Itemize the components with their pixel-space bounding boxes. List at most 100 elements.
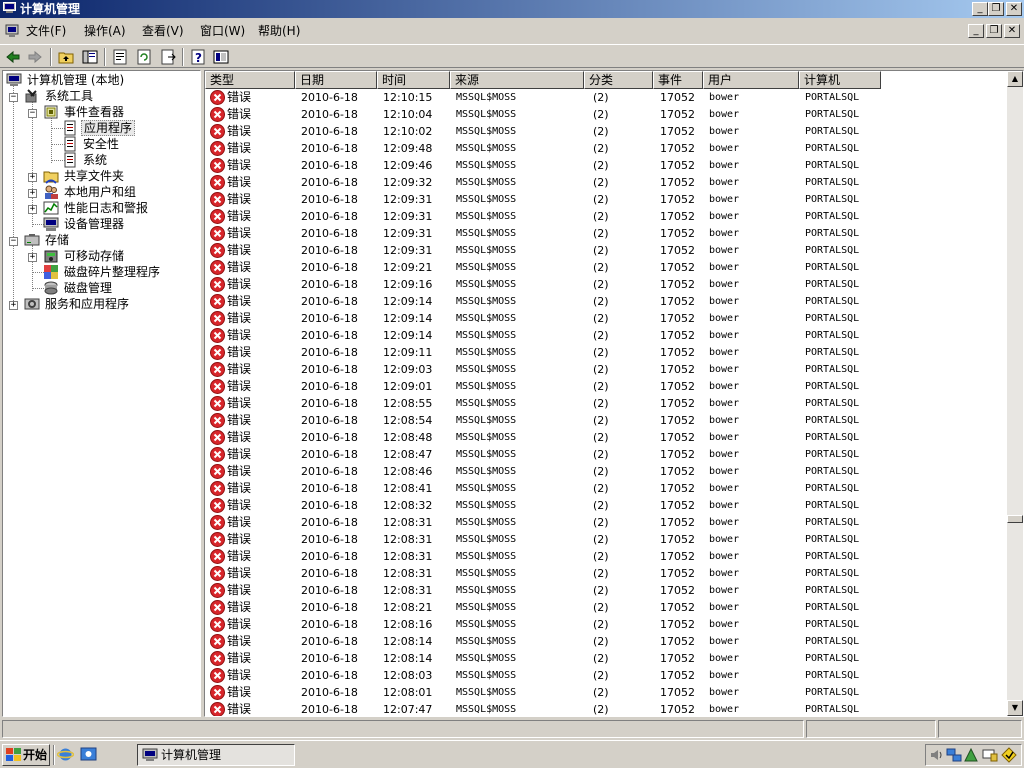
console-icon[interactable] xyxy=(212,48,230,66)
table-row[interactable]: 错误 2010-6-18 12:09:46 MSSQL$MOSS (2) 17052 bow… xyxy=(205,157,1005,174)
cell-time: 12:09:31 xyxy=(383,193,433,206)
close-button[interactable]: ✕ xyxy=(1006,2,1022,16)
tree-expander[interactable]: + xyxy=(28,189,37,198)
child-restore-button[interactable]: ❐ xyxy=(986,24,1002,38)
export-icon[interactable] xyxy=(159,48,177,66)
table-row[interactable]: 错误 2010-6-18 12:09:32 MSSQL$MOSS (2) 17052 bow… xyxy=(205,174,1005,191)
table-row[interactable]: 错误 2010-6-18 12:08:41 MSSQL$MOSS (2) 17052 bow… xyxy=(205,480,1005,497)
scroll-down-button[interactable]: ▼ xyxy=(1007,700,1023,716)
table-row[interactable]: 错误 2010-6-18 12:08:14 MSSQL$MOSS (2) 17052 bow… xyxy=(205,650,1005,667)
back-icon[interactable] xyxy=(4,48,22,66)
console-tree[interactable]: 计算机管理 (本地) − 系统工具 − 事件查看器 应用程序 安全性 系统 + … xyxy=(2,70,201,717)
table-row[interactable]: 错误 2010-6-18 12:08:16 MSSQL$MOSS (2) 17052 bow… xyxy=(205,616,1005,633)
cell-event: 17052 xyxy=(660,159,695,172)
cell-type: 错误 xyxy=(227,243,252,257)
taskbar-item-computer-management[interactable]: 计算机管理 xyxy=(137,744,295,766)
document-icon[interactable] xyxy=(5,24,19,38)
tray-monitor-icon[interactable] xyxy=(982,747,998,763)
table-row[interactable]: 错误 2010-6-18 12:09:14 MSSQL$MOSS (2) 17052 bow… xyxy=(205,327,1005,344)
network-icon[interactable] xyxy=(946,747,962,763)
table-row[interactable]: 错误 2010-6-18 12:09:31 MSSQL$MOSS (2) 17052 bow… xyxy=(205,191,1005,208)
event-list[interactable]: 类型 日期 时间 来源 分类 事件 用户 计算机 错误 2010-6-18 12:1… xyxy=(204,70,1024,717)
menu-file[interactable]: 文件(F) xyxy=(26,24,66,38)
internet-explorer-icon[interactable] xyxy=(57,746,74,763)
table-row[interactable]: 错误 2010-6-18 12:09:31 MSSQL$MOSS (2) 17052 bow… xyxy=(205,242,1005,259)
tree-expander[interactable]: + xyxy=(28,205,37,214)
forward-icon[interactable] xyxy=(26,48,44,66)
table-row[interactable]: 错误 2010-6-18 12:08:31 MSSQL$MOSS (2) 17052 bow… xyxy=(205,582,1005,599)
tray-security-icon[interactable] xyxy=(1001,747,1017,763)
column-header-computer[interactable]: 计算机 xyxy=(799,71,881,89)
column-header-time[interactable]: 时间 xyxy=(377,71,450,89)
maximize-button[interactable]: ❐ xyxy=(988,2,1004,16)
menu-action[interactable]: 操作(A) xyxy=(84,24,126,38)
table-row[interactable]: 错误 2010-6-18 12:10:04 MSSQL$MOSS (2) 17052 bow… xyxy=(205,106,1005,123)
table-row[interactable]: 错误 2010-6-18 12:08:54 MSSQL$MOSS (2) 17052 bow… xyxy=(205,412,1005,429)
table-row[interactable]: 错误 2010-6-18 12:10:02 MSSQL$MOSS (2) 17052 bow… xyxy=(205,123,1005,140)
cell-time: 12:09:32 xyxy=(383,176,433,189)
cell-type: 错误 xyxy=(227,260,252,274)
scroll-up-button[interactable]: ▲ xyxy=(1007,71,1023,87)
cell-type: 错误 xyxy=(227,141,252,155)
table-row[interactable]: 错误 2010-6-18 12:08:31 MSSQL$MOSS (2) 17052 bow… xyxy=(205,548,1005,565)
tree-expander[interactable]: − xyxy=(9,93,18,102)
title-bar[interactable]: 计算机管理 _ ❐ ✕ xyxy=(0,0,1024,18)
tray-app-icon[interactable] xyxy=(963,747,979,763)
start-button[interactable]: 开始 xyxy=(2,744,50,766)
table-row[interactable]: 错误 2010-6-18 12:09:03 MSSQL$MOSS (2) 17052 bow… xyxy=(205,361,1005,378)
table-row[interactable]: 错误 2010-6-18 12:09:31 MSSQL$MOSS (2) 17052 bow… xyxy=(205,225,1005,242)
table-row[interactable]: 错误 2010-6-18 12:08:14 MSSQL$MOSS (2) 17052 bow… xyxy=(205,633,1005,650)
child-close-button[interactable]: ✕ xyxy=(1004,24,1020,38)
table-row[interactable]: 错误 2010-6-18 12:08:03 MSSQL$MOSS (2) 17052 bow… xyxy=(205,667,1005,684)
table-row[interactable]: 错误 2010-6-18 12:08:46 MSSQL$MOSS (2) 17052 bow… xyxy=(205,463,1005,480)
column-header-source[interactable]: 来源 xyxy=(450,71,584,89)
show-tree-icon[interactable] xyxy=(81,48,99,66)
menu-window[interactable]: 窗口(W) xyxy=(200,24,245,38)
cell-user: bower xyxy=(709,109,740,120)
table-row[interactable]: 错误 2010-6-18 12:08:31 MSSQL$MOSS (2) 17052 bow… xyxy=(205,531,1005,548)
table-row[interactable]: 错误 2010-6-18 12:09:01 MSSQL$MOSS (2) 17052 bow… xyxy=(205,378,1005,395)
table-row[interactable]: 错误 2010-6-18 12:08:31 MSSQL$MOSS (2) 17052 bow… xyxy=(205,565,1005,582)
table-row[interactable]: 错误 2010-6-18 12:08:47 MSSQL$MOSS (2) 17052 bow… xyxy=(205,446,1005,463)
properties-icon[interactable] xyxy=(111,48,129,66)
table-row[interactable]: 错误 2010-6-18 12:09:11 MSSQL$MOSS (2) 17052 bow… xyxy=(205,344,1005,361)
menu-view[interactable]: 查看(V) xyxy=(142,24,184,38)
table-row[interactable]: 错误 2010-6-18 12:10:15 MSSQL$MOSS (2) 17052 bow… xyxy=(205,89,1005,106)
error-icon xyxy=(210,141,225,156)
up-folder-icon[interactable] xyxy=(57,48,75,66)
tree-expander[interactable]: − xyxy=(28,109,37,118)
cell-computer: PORTALSQL xyxy=(805,364,860,375)
column-header-date[interactable]: 日期 xyxy=(295,71,377,89)
tree-expander[interactable]: + xyxy=(28,173,37,182)
refresh-icon[interactable] xyxy=(135,48,153,66)
tree-expander[interactable]: − xyxy=(9,237,18,246)
table-row[interactable]: 错误 2010-6-18 12:09:21 MSSQL$MOSS (2) 17052 bow… xyxy=(205,259,1005,276)
column-header-type[interactable]: 类型 xyxy=(205,71,295,89)
tree-expander[interactable]: + xyxy=(9,301,18,310)
table-row[interactable]: 错误 2010-6-18 12:09:16 MSSQL$MOSS (2) 17052 bow… xyxy=(205,276,1005,293)
help-icon[interactable]: ? xyxy=(189,48,207,66)
table-row[interactable]: 错误 2010-6-18 12:08:55 MSSQL$MOSS (2) 17052 bow… xyxy=(205,395,1005,412)
table-row[interactable]: 错误 2010-6-18 12:08:48 MSSQL$MOSS (2) 17052 bow… xyxy=(205,429,1005,446)
scroll-thumb[interactable] xyxy=(1007,515,1023,523)
table-row[interactable]: 错误 2010-6-18 12:09:31 MSSQL$MOSS (2) 17052 bow… xyxy=(205,208,1005,225)
column-header-category[interactable]: 分类 xyxy=(584,71,653,89)
table-row[interactable]: 错误 2010-6-18 12:09:14 MSSQL$MOSS (2) 17052 bow… xyxy=(205,293,1005,310)
table-row[interactable]: 错误 2010-6-18 12:09:48 MSSQL$MOSS (2) 17052 bow… xyxy=(205,140,1005,157)
column-header-user[interactable]: 用户 xyxy=(703,71,799,89)
tree-expander[interactable]: + xyxy=(28,253,37,262)
vertical-scrollbar[interactable]: ▲ ▼ xyxy=(1007,71,1023,716)
table-row[interactable]: 错误 2010-6-18 12:09:14 MSSQL$MOSS (2) 17052 bow… xyxy=(205,310,1005,327)
volume-icon[interactable] xyxy=(929,747,945,763)
show-desktop-icon[interactable] xyxy=(80,746,97,763)
column-header-event[interactable]: 事件 xyxy=(653,71,703,89)
table-row[interactable]: 错误 2010-6-18 12:08:01 MSSQL$MOSS (2) 17052 bow… xyxy=(205,684,1005,701)
menu-help[interactable]: 帮助(H) xyxy=(258,24,300,38)
table-row[interactable]: 错误 2010-6-18 12:08:31 MSSQL$MOSS (2) 17052 bow… xyxy=(205,514,1005,531)
table-row[interactable]: 错误 2010-6-18 12:08:21 MSSQL$MOSS (2) 17052 bow… xyxy=(205,599,1005,616)
child-minimize-button[interactable]: _ xyxy=(968,24,984,38)
cell-source: MSSQL$MOSS xyxy=(456,466,517,477)
table-row[interactable]: 错误 2010-6-18 12:08:32 MSSQL$MOSS (2) 17052 bow… xyxy=(205,497,1005,514)
table-row[interactable]: 错误 2010-6-18 12:07:47 MSSQL$MOSS (2) 17052 bow… xyxy=(205,701,1005,716)
minimize-button[interactable]: _ xyxy=(972,2,988,16)
